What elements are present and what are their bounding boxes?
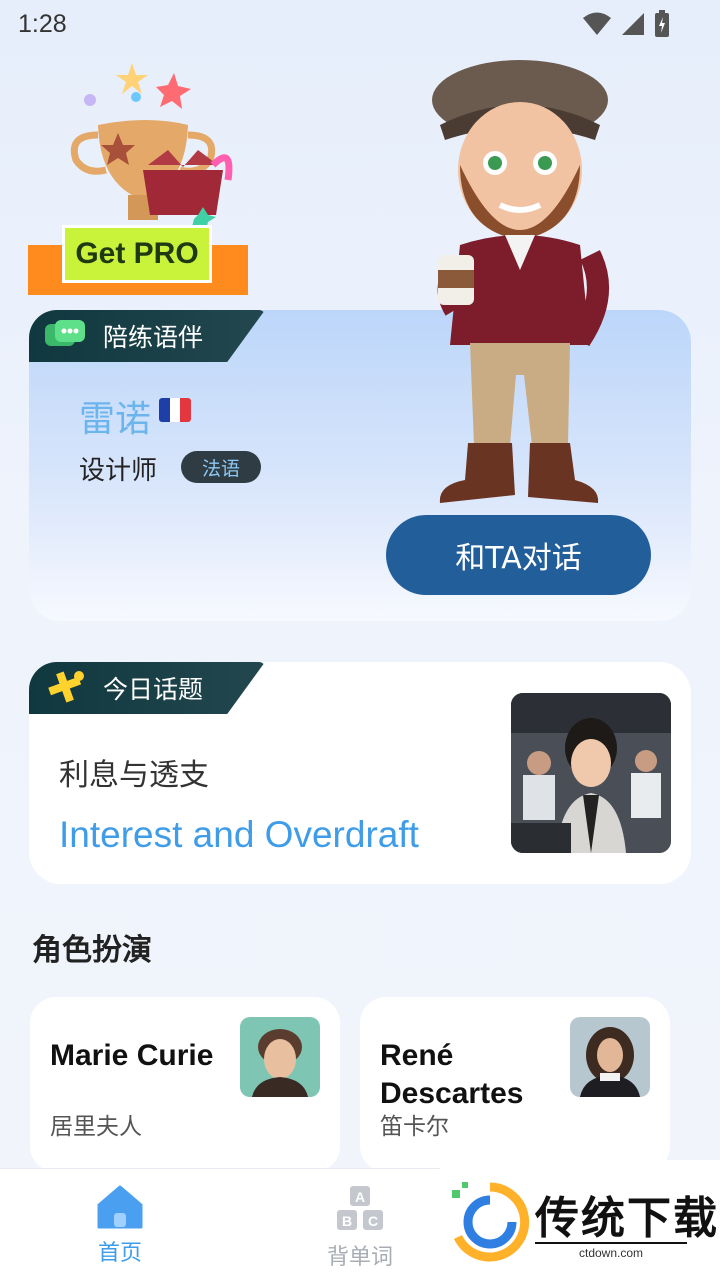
france-flag-icon [159, 398, 191, 422]
status-time: 1:28 [18, 10, 67, 38]
watermark-logo: 传统下载 ctdown.com [440, 1160, 720, 1280]
wifi-icon [583, 12, 611, 35]
trophy-icon [70, 63, 233, 230]
abc-blocks-icon: A B C [337, 1186, 383, 1230]
status-icons [582, 10, 670, 38]
topic-section-tab: 今日话题 [29, 662, 265, 714]
topic-section-label: 今日话题 [103, 675, 204, 704]
character-illustration [432, 60, 609, 503]
partner-section-tab: 陪练语伴 [29, 310, 265, 362]
signal-icon [622, 13, 644, 35]
watermark-text: 传统下载 [535, 1193, 719, 1244]
partner-name: 雷诺 [79, 399, 152, 440]
roleplay-section-title: 角色扮演 [32, 933, 152, 968]
svg-text:C: C [368, 1213, 378, 1229]
role-name-zh: 居里夫人 [50, 1114, 142, 1140]
role-card-rene-descartes[interactable]: René Descartes 笛卡尔 [360, 997, 670, 1172]
topic-title-zh: 利息与透支 [59, 758, 209, 793]
watermark-emblem-icon [452, 1182, 530, 1262]
role-card-marie-curie[interactable]: Marie Curie 居里夫人 [30, 997, 340, 1172]
chat-bubble-icon [45, 320, 85, 346]
marie-curie-avatar [240, 1017, 320, 1097]
topic-photo [511, 693, 671, 853]
svg-text:A: A [355, 1189, 365, 1205]
get-pro-label: Get PRO [62, 225, 212, 283]
sparkle-plus-icon [48, 671, 84, 703]
role-name: Marie Curie [50, 1039, 214, 1072]
get-pro-badge[interactable]: Get PRO [28, 55, 248, 300]
battery-icon [655, 10, 669, 37]
status-bar: 1:28 [0, 0, 720, 50]
nav-label-vocabulary: 背单词 [326, 1245, 393, 1270]
talk-button[interactable]: 和TA对话 [386, 515, 651, 595]
language-badge: 法语 [181, 451, 261, 483]
nav-item-vocabulary[interactable]: A B C 背单词 [300, 1185, 420, 1271]
nav-label-home: 首页 [97, 1241, 142, 1266]
role-name-zh: 笛卡尔 [380, 1114, 449, 1140]
watermark-subtext: ctdown.com [535, 1242, 687, 1260]
topic-title-en: Interest and Overdraft [59, 814, 419, 855]
partner-section-label: 陪练语伴 [103, 323, 204, 352]
daily-topic-card[interactable]: 今日话题 利息与透支 Interest and Overdraft [29, 662, 691, 884]
svg-text:B: B [342, 1213, 352, 1229]
partner-role: 设计师 [79, 456, 158, 486]
rene-descartes-avatar [570, 1017, 650, 1097]
nav-item-home[interactable]: 首页 [60, 1185, 180, 1267]
role-name: René Descartes [380, 1039, 524, 1110]
home-icon [97, 1185, 143, 1229]
